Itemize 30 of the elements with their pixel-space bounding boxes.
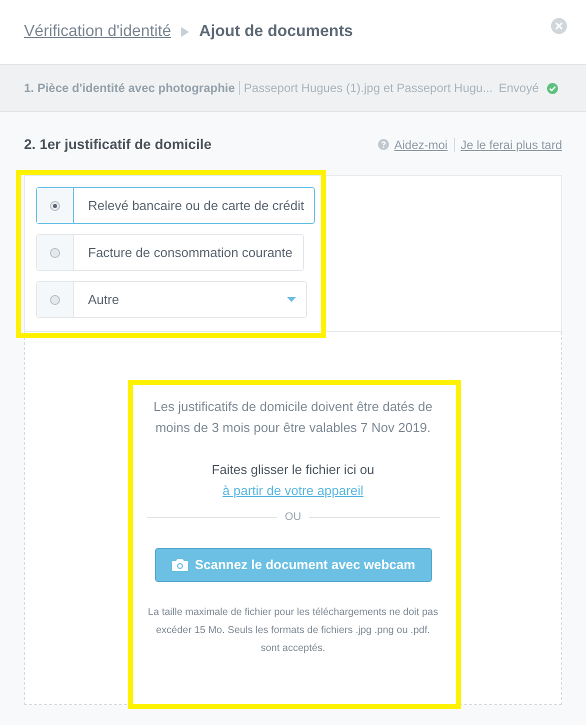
option-label: Relevé bancaire ou de carte de crédit bbox=[88, 196, 304, 215]
radio-button[interactable] bbox=[50, 200, 60, 210]
dropdown-option[interactable]: Autre bbox=[36, 281, 307, 318]
radio-option[interactable]: Relevé bancaire ou de carte de crédit bbox=[36, 187, 316, 224]
help-icon bbox=[378, 139, 390, 150]
radio-button[interactable] bbox=[50, 294, 60, 304]
step-title: 1. Pièce d'identité avec photographie bbox=[24, 80, 235, 97]
radio-button[interactable] bbox=[50, 248, 60, 258]
option-label: Facture de consommation courante bbox=[88, 244, 292, 262]
check-icon bbox=[546, 82, 558, 94]
caret-icon bbox=[287, 297, 296, 302]
radio-option[interactable]: Facture de consommation courante bbox=[36, 234, 304, 271]
help-link[interactable]: Je le ferai plus tard bbox=[460, 136, 562, 154]
drop-instruction: Faites glisser le fichier ici ou à partir de votre appareil bbox=[210, 461, 376, 500]
drop-zone[interactable] bbox=[24, 332, 562, 705]
file-limits: La taille maximale de fichier pour les téléchargements ne doit pas excéder 15 Mo. Seuls les formats de fichiers .jpg .png ou .pdf. sont acceptés. bbox=[146, 606, 440, 656]
separator-label: OU bbox=[284, 510, 302, 525]
help-link[interactable]: Aidez-moi bbox=[394, 136, 448, 154]
breadcrumb-link[interactable]: Vérification d'identité bbox=[24, 20, 172, 44]
chevron-icon bbox=[181, 27, 190, 37]
close-icon[interactable] bbox=[551, 18, 567, 34]
date-notice: Les justificatifs de domicile doivent être datés de moins de 3 mois pour être valables 7 Nov 2019. bbox=[152, 398, 434, 437]
option-label: Autre bbox=[88, 290, 120, 309]
status-label: Envoyé bbox=[498, 80, 539, 97]
camera-icon bbox=[170, 558, 189, 572]
device-link[interactable]: à partir de votre appareil bbox=[222, 483, 364, 498]
file-names: Passeport Hugues (1).jpg et Passeport Hugu... bbox=[244, 80, 493, 97]
section-title: 2. 1er justificatif de domicile bbox=[24, 135, 212, 154]
scan-button[interactable]: Scannez le document avec webcam bbox=[154, 548, 432, 582]
page-title: Ajout de documents bbox=[199, 22, 353, 42]
